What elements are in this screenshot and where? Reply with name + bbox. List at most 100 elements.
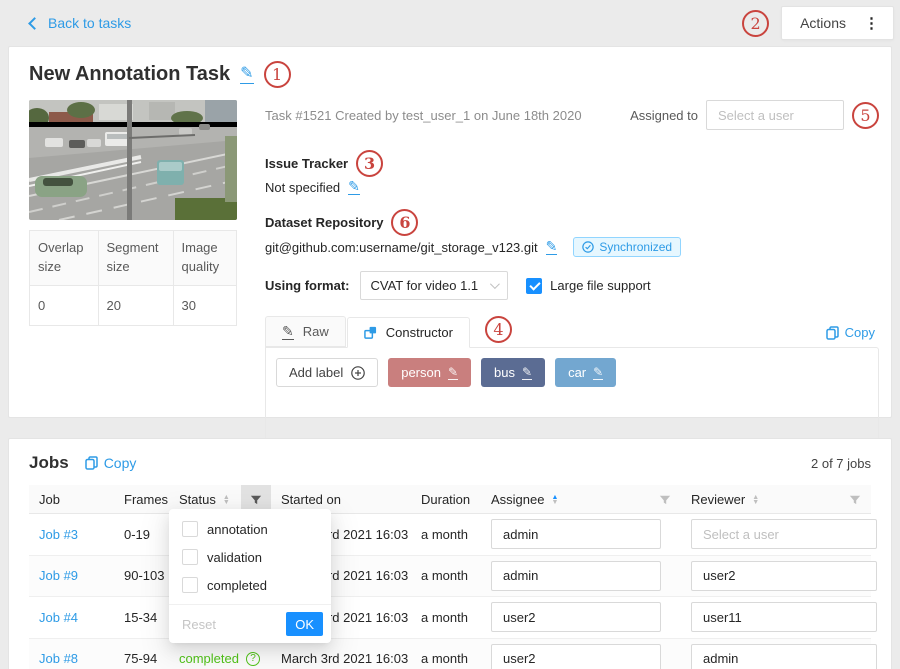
col-duration: Duration	[411, 485, 481, 514]
job-link[interactable]: Job #4	[39, 610, 78, 625]
param-value-segment: 20	[98, 285, 173, 325]
col-reviewer: Reviewer ▲ ▼	[681, 485, 871, 514]
format-select[interactable]: CVAT for video 1.1	[360, 271, 509, 300]
assignee-input[interactable]: user2	[491, 602, 661, 632]
labels-copy-button[interactable]: Copy	[826, 325, 875, 340]
actions-button[interactable]: Actions ⋮	[781, 6, 894, 40]
status-completed-label: completed	[179, 651, 239, 666]
chevron-left-icon	[28, 17, 41, 30]
jobs-copy-label: Copy	[104, 455, 137, 471]
dataset-repository-label: Dataset Repository	[265, 215, 383, 230]
tab-constructor[interactable]: Constructor	[347, 317, 470, 348]
reviewer-input[interactable]: user11	[691, 602, 877, 632]
reviewer-value: user11	[703, 610, 742, 625]
back-to-tasks-link[interactable]: Back to tasks	[30, 15, 131, 31]
started-cell: March 3rd 2021 16:03	[271, 651, 411, 666]
reviewer-input[interactable]: user2	[691, 561, 877, 591]
status-cell: completed ?	[169, 651, 271, 666]
task-title: New Annotation Task	[29, 63, 230, 86]
add-label-button[interactable]: Add label	[276, 358, 378, 387]
reviewer-value: admin	[703, 651, 738, 666]
caret-down-icon: ▼	[752, 500, 759, 505]
assigned-to-input[interactable]: Select a user	[706, 100, 844, 130]
large-file-support-checkbox[interactable]: Large file support	[526, 278, 650, 294]
filter-option-validation[interactable]: validation	[169, 543, 331, 571]
tab-constructor-label: Constructor	[386, 325, 453, 340]
param-value-overlap: 0	[30, 285, 99, 325]
tab-raw-label: Raw	[303, 324, 329, 339]
duration-cell: a month	[411, 568, 481, 583]
jobs-card: Jobs Copy 2 of 7 jobs Job Frames Status …	[8, 438, 892, 669]
duration-cell: a month	[411, 651, 481, 666]
assignee-input[interactable]: user2	[491, 644, 661, 669]
param-header-quality: Image quality	[173, 231, 236, 286]
assignee-input[interactable]: admin	[491, 519, 661, 549]
duration-cell: a month	[411, 610, 481, 625]
filter-ok-button[interactable]: OK	[286, 612, 323, 636]
reviewer-sort-control[interactable]: ▲ ▼	[752, 495, 759, 505]
label-tag-bus-name: bus	[494, 365, 515, 380]
caret-down-icon: ▼	[551, 500, 558, 505]
job-link[interactable]: Job #8	[39, 651, 78, 666]
annotation-callout-6: 6	[391, 209, 418, 236]
caret-down-icon: ▼	[223, 500, 230, 505]
reviewer-input[interactable]: admin	[691, 644, 877, 669]
assignee-value: admin	[503, 527, 538, 542]
jobs-title: Jobs	[29, 453, 69, 473]
edit-issue-tracker-icon[interactable]: ✎	[348, 179, 360, 195]
jobs-copy-button[interactable]: Copy	[85, 455, 137, 471]
edit-label-icon[interactable]: ✎	[522, 366, 532, 380]
task-parameters-table: Overlap size Segment size Image quality …	[29, 230, 237, 326]
frames-cell: 90-103	[114, 568, 169, 583]
job-link[interactable]: Job #3	[39, 527, 78, 542]
assigned-to-label: Assigned to	[630, 108, 698, 123]
filter-option-completed[interactable]: completed	[169, 571, 331, 599]
build-blocks-icon	[364, 326, 377, 339]
status-filter-dropdown: annotation validation completed Reset OK	[169, 509, 331, 643]
assignee-value: user2	[503, 610, 536, 625]
col-status-label: Status	[179, 492, 216, 507]
annotation-callout-1: 1	[264, 61, 291, 88]
assignee-sort-control[interactable]: ▲ ▼	[551, 495, 558, 505]
table-row: Job #8 75-94 completed ? March 3rd 2021 …	[29, 639, 871, 669]
edit-repository-icon[interactable]: ✎	[546, 239, 558, 255]
label-tag-person-name: person	[401, 365, 441, 380]
copy-icon	[85, 456, 98, 470]
reviewer-input[interactable]: Select a user	[691, 519, 877, 549]
col-job: Job	[29, 485, 114, 514]
assignee-input[interactable]: admin	[491, 561, 661, 591]
filter-option-label: validation	[207, 550, 262, 565]
jobs-count: 2 of 7 jobs	[811, 456, 871, 471]
label-tag-car[interactable]: car ✎	[555, 358, 616, 387]
chevron-down-icon	[490, 279, 500, 289]
frames-cell: 0-19	[114, 527, 169, 542]
edit-label-icon[interactable]: ✎	[593, 366, 603, 380]
reviewer-filter-icon[interactable]	[849, 494, 861, 506]
edit-title-icon[interactable]: ✎	[240, 66, 253, 84]
label-tag-person[interactable]: person ✎	[388, 358, 471, 387]
edit-label-icon[interactable]: ✎	[448, 366, 458, 380]
status-sort-control[interactable]: ▲ ▼	[223, 495, 230, 505]
label-constructor-panel: Add label person ✎ bus ✎ car ✎	[265, 347, 879, 449]
check-circle-icon	[582, 241, 594, 253]
assignee-filter-icon[interactable]	[659, 494, 671, 506]
reviewer-placeholder: Select a user	[703, 527, 779, 542]
annotation-callout-4: 4	[485, 316, 512, 343]
filter-option-annotation[interactable]: annotation	[169, 515, 331, 543]
checkbox-icon	[182, 549, 198, 565]
filter-option-label: annotation	[207, 522, 268, 537]
tab-raw[interactable]: ✎ Raw	[265, 316, 346, 347]
frames-cell: 75-94	[114, 651, 169, 666]
duration-cell: a month	[411, 527, 481, 542]
filter-reset-button[interactable]: Reset	[182, 617, 216, 632]
label-tag-bus[interactable]: bus ✎	[481, 358, 545, 387]
assigned-to-placeholder: Select a user	[718, 108, 794, 123]
question-circle-icon[interactable]: ?	[246, 652, 260, 666]
back-to-tasks-label: Back to tasks	[48, 15, 131, 31]
task-preview-image	[29, 100, 237, 220]
pencil-icon: ✎	[282, 324, 294, 340]
job-link[interactable]: Job #9	[39, 568, 78, 583]
assignee-value: admin	[503, 568, 538, 583]
copy-icon	[826, 326, 839, 340]
synchronized-badge: Synchronized	[573, 237, 681, 257]
